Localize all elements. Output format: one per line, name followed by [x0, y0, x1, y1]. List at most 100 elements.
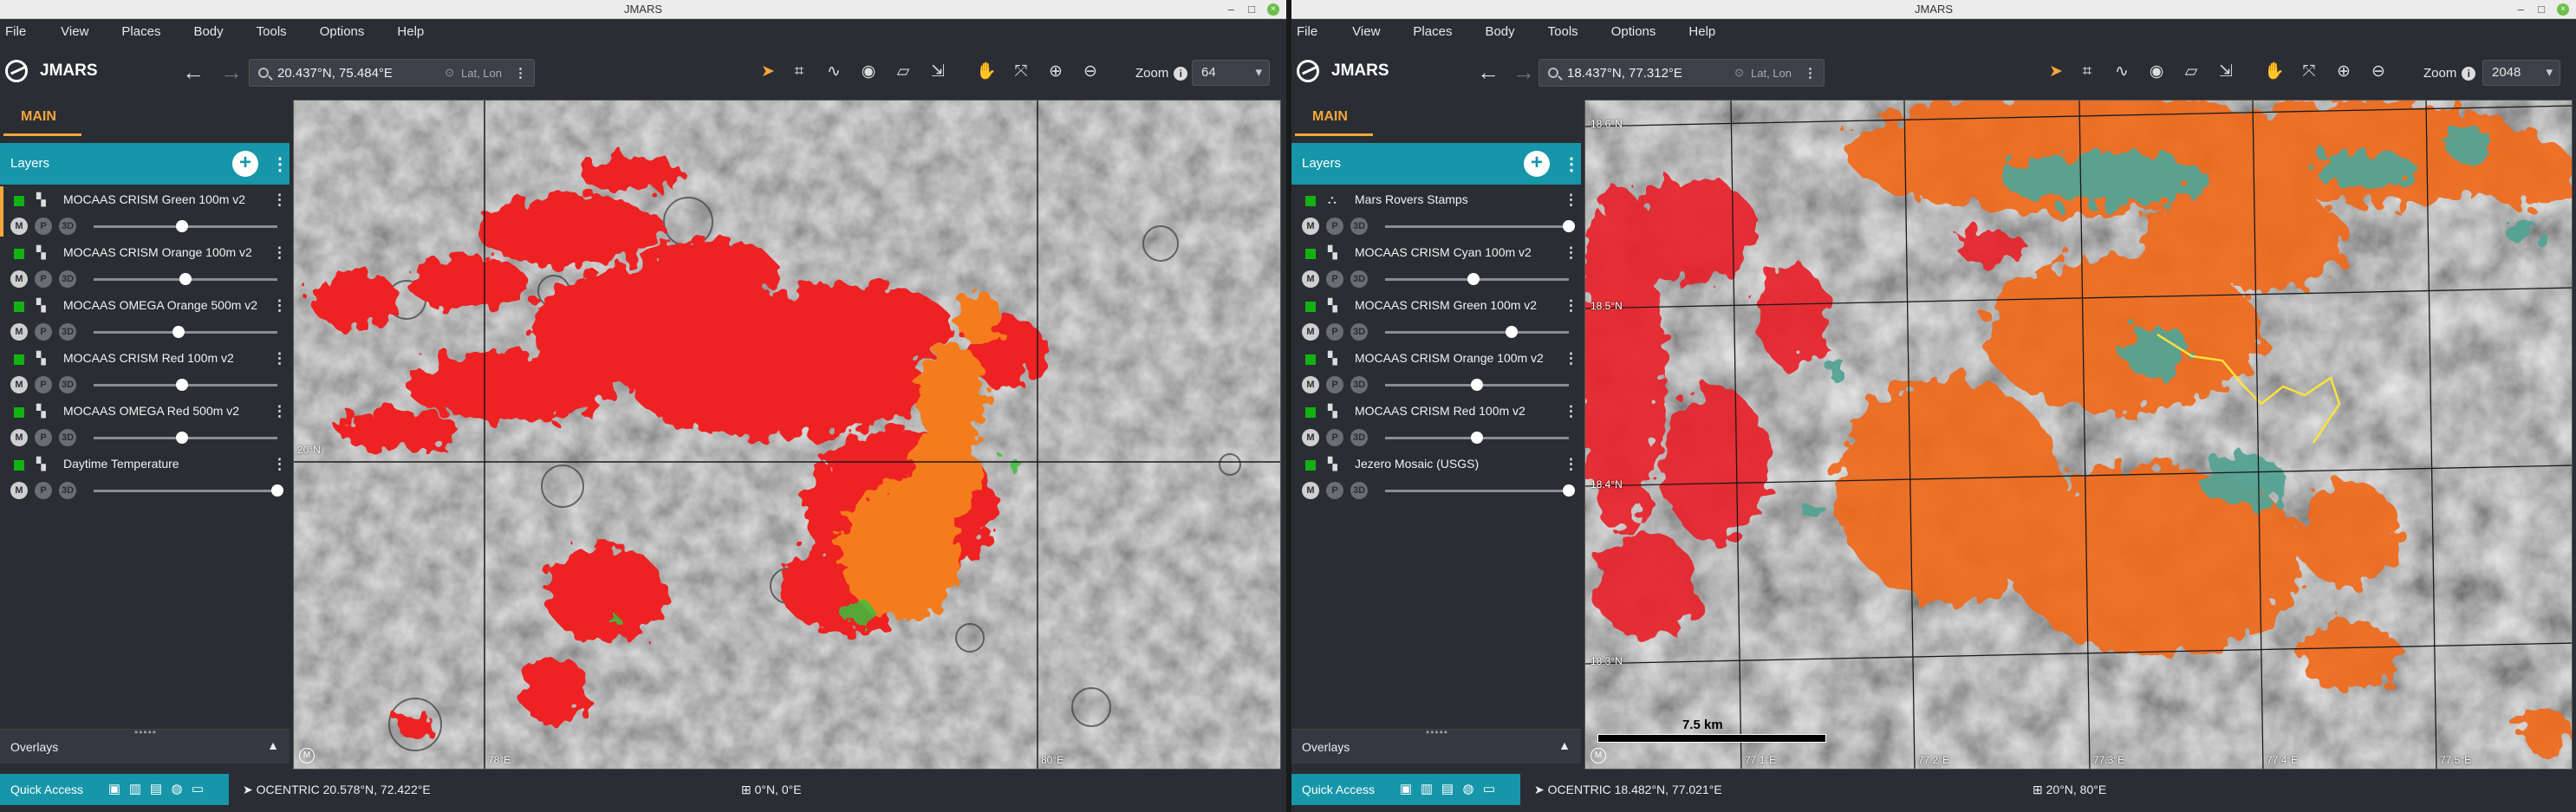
vr-icon[interactable]: ▭	[1480, 781, 1498, 798]
layer-menu-icon[interactable]: ⋮	[1564, 350, 1578, 367]
panner-view-toggle[interactable]: P	[35, 482, 52, 499]
panner-view-toggle[interactable]: P	[35, 323, 52, 341]
main-view-toggle[interactable]: M	[1302, 482, 1319, 499]
slider-knob[interactable]	[179, 273, 192, 285]
fit-extent-icon[interactable]: ⤧	[2299, 62, 2319, 82]
layers-menu-icon[interactable]: ⋮	[1563, 153, 1580, 175]
panner-view-toggle[interactable]: P	[35, 376, 52, 393]
menu-file[interactable]: File	[5, 24, 26, 39]
close-icon[interactable]: ×	[1267, 3, 1279, 16]
select-pointer-icon[interactable]: ➤	[758, 62, 778, 82]
3d-view-toggle[interactable]: 3D	[59, 376, 76, 393]
3d-view-toggle[interactable]: 3D	[59, 482, 76, 499]
menu-body[interactable]: Body	[1485, 24, 1514, 39]
panner-view-toggle[interactable]: P	[1326, 270, 1343, 288]
overlays-bar[interactable]: ••••• Overlays ▲	[0, 726, 289, 763]
layer-row[interactable]: ▚ MOCAAS CRISM Green 100m v2 ⋮ M P 3D	[0, 186, 289, 239]
panner-view-toggle[interactable]: P	[1326, 429, 1343, 446]
layer-row[interactable]: ▚ MOCAAS CRISM Orange 100m v2 ⋮ M P 3D	[1291, 345, 1581, 398]
chart-icon[interactable]: ∿	[2111, 62, 2132, 82]
slider-knob[interactable]	[175, 432, 188, 444]
map-canvas[interactable]	[294, 101, 1281, 770]
map-canvas[interactable]	[1585, 101, 2573, 770]
close-icon[interactable]: ×	[2557, 3, 2569, 16]
layer-menu-icon[interactable]: ⋮	[272, 192, 287, 209]
layer-menu-icon[interactable]: ⋮	[1564, 403, 1578, 420]
resize-grip-icon[interactable]: •••••	[134, 726, 157, 738]
visibility-checkbox[interactable]	[1305, 249, 1316, 259]
layer-name[interactable]: Jezero Mosaic (USGS)	[1355, 457, 1479, 471]
tab-main[interactable]: MAIN	[21, 109, 56, 125]
panner-view-toggle[interactable]: P	[1326, 376, 1343, 393]
main-view-toggle[interactable]: M	[10, 218, 28, 235]
export-icon[interactable]: ⇲	[927, 62, 948, 82]
layer-name[interactable]: Daytime Temperature	[63, 457, 179, 471]
layer-row[interactable]: ▚ MOCAAS OMEGA Red 500m v2 ⋮ M P 3D	[0, 398, 289, 451]
chart-icon[interactable]: ∿	[823, 62, 844, 82]
3d-view-toggle[interactable]: 3D	[1350, 376, 1368, 393]
main-view-toggle[interactable]: M	[10, 429, 28, 446]
layer-row[interactable]: ▚ MOCAAS CRISM Orange 100m v2 ⋮ M P 3D	[0, 239, 289, 292]
select-pointer-icon[interactable]: ➤	[2046, 62, 2066, 82]
pan-hand-icon[interactable]: ✋	[2264, 62, 2285, 82]
layer-row[interactable]: ▚ MOCAAS CRISM Red 100m v2 ⋮ M P 3D	[1291, 398, 1581, 451]
layer-menu-icon[interactable]: ⋮	[1564, 192, 1578, 209]
visibility-checkbox[interactable]	[14, 302, 24, 312]
layer-menu-icon[interactable]: ⋮	[1564, 456, 1578, 473]
vr-icon[interactable]: ▭	[189, 781, 206, 798]
ruler-icon[interactable]: ▱	[893, 62, 914, 82]
layer-name[interactable]: MOCAAS CRISM Green 100m v2	[63, 192, 245, 206]
zoom-in-icon[interactable]: ⊕	[2333, 62, 2354, 82]
3d-view-toggle[interactable]: 3D	[59, 218, 76, 235]
pan-hand-icon[interactable]: ✋	[976, 62, 997, 82]
overlays-bar[interactable]: ••••• Overlays ▲	[1291, 726, 1581, 763]
layer-row[interactable]: ▚ MOCAAS OMEGA Orange 500m v2 ⋮ M P 3D	[0, 292, 289, 345]
slider-knob[interactable]	[1563, 484, 1575, 497]
forward-arrow-icon[interactable]: →	[1512, 59, 1535, 86]
zoom-out-icon[interactable]: ⊖	[2368, 62, 2389, 82]
main-view-toggle[interactable]: M	[10, 323, 28, 341]
3d-view-toggle[interactable]: 3D	[1350, 482, 1368, 499]
crosshair-icon[interactable]: ⊙	[1734, 66, 1744, 80]
layer-name[interactable]: MOCAAS CRISM Orange 100m v2	[63, 245, 252, 259]
layer-name[interactable]: MOCAAS CRISM Red 100m v2	[63, 351, 234, 365]
menu-options[interactable]: Options	[1611, 24, 1656, 39]
main-view-toggle[interactable]: M	[10, 376, 28, 393]
slider-knob[interactable]	[172, 326, 185, 338]
chevron-up-icon[interactable]: ▲	[267, 738, 279, 752]
eye-icon[interactable]: ◉	[2146, 62, 2167, 82]
opacity-slider[interactable]	[94, 484, 283, 497]
menu-places[interactable]: Places	[121, 24, 160, 39]
layer-name[interactable]: Mars Rovers Stamps	[1355, 192, 1468, 206]
slider-knob[interactable]	[271, 484, 283, 497]
menu-file[interactable]: File	[1297, 24, 1317, 39]
panner-view-toggle[interactable]: P	[35, 218, 52, 235]
zoom-select[interactable]: 64	[1192, 60, 1270, 86]
slider-knob[interactable]	[1506, 326, 1519, 338]
crosshair-icon[interactable]: ⊙	[445, 66, 454, 80]
tab-main[interactable]: MAIN	[1312, 109, 1348, 125]
layer-menu-icon[interactable]: ⋮	[272, 244, 287, 262]
panner-view-toggle[interactable]: P	[1326, 482, 1343, 499]
layer-name[interactable]: MOCAAS CRISM Orange 100m v2	[1355, 351, 1544, 365]
layer-menu-icon[interactable]: ⋮	[272, 403, 287, 420]
location-search-input[interactable]: 20.437°N, 75.484°E ⊙ Lat, Lon ⋮	[249, 59, 535, 87]
location-search-input[interactable]: 18.437°N, 77.312°E ⊙ Lat, Lon ⋮	[1538, 59, 1825, 87]
panner-view-toggle[interactable]: P	[35, 429, 52, 446]
globe-icon[interactable]: ◍	[168, 781, 185, 798]
main-view-toggle[interactable]: M	[1302, 218, 1319, 235]
slider-knob[interactable]	[175, 379, 188, 391]
visibility-checkbox[interactable]	[1305, 407, 1316, 418]
layer-row[interactable]: ▚ Daytime Temperature ⋮ M P 3D	[0, 451, 289, 503]
chevron-up-icon[interactable]: ▲	[1558, 738, 1571, 752]
back-arrow-icon[interactable]: ←	[1477, 59, 1499, 86]
fit-extent-icon[interactable]: ⤧	[1011, 62, 1031, 82]
visibility-checkbox[interactable]	[1305, 354, 1316, 365]
3d-view-toggle[interactable]: 3D	[1350, 323, 1368, 341]
export-icon[interactable]: ⇲	[2215, 62, 2236, 82]
menu-options[interactable]: Options	[320, 24, 365, 39]
ruler-icon[interactable]: ▱	[2181, 62, 2202, 82]
opacity-slider[interactable]	[1385, 326, 1569, 338]
add-layer-button[interactable]: +	[1524, 151, 1550, 177]
maximize-icon[interactable]: □	[2538, 0, 2545, 19]
